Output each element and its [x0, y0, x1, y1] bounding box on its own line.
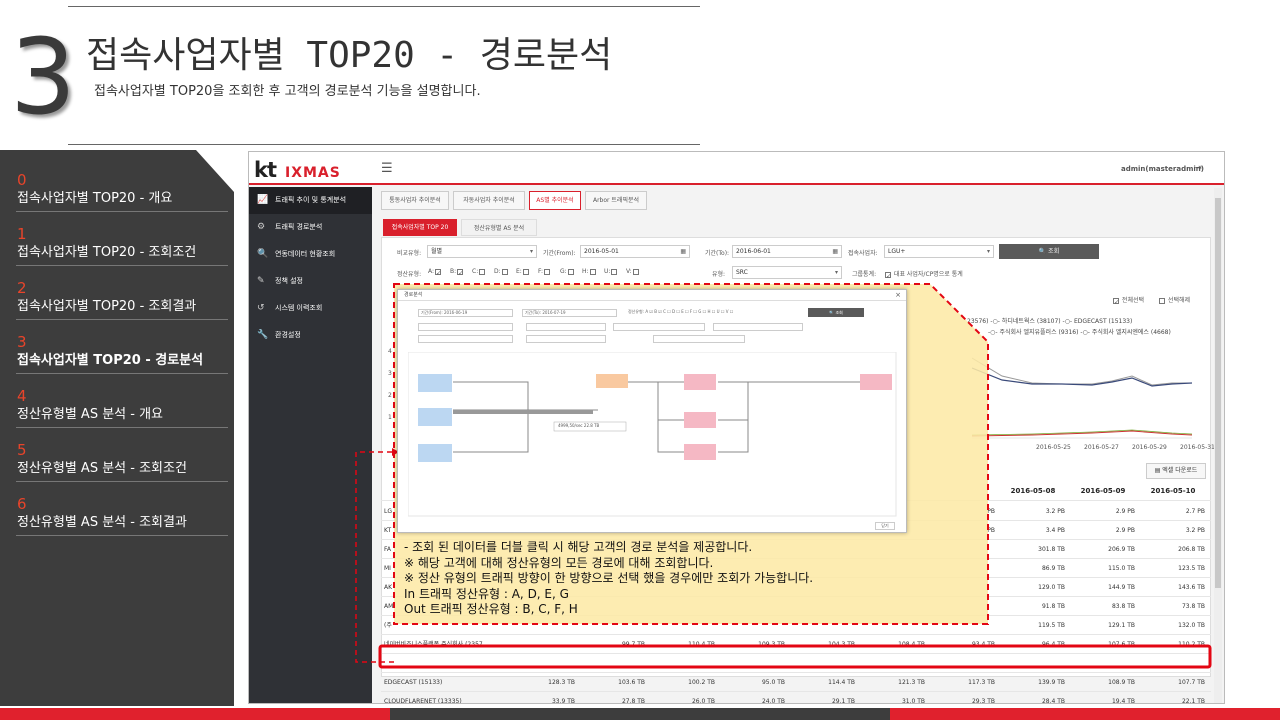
popup-field[interactable] [526, 335, 606, 343]
callout-line: - 조회 된 데이터를 더블 클릭 시 해당 고객의 경로 분석을 제공합니다. [404, 540, 753, 554]
popup-settle-types[interactable]: 정산유형: A ☑ B ☑ C ☐ D ☐ E ☐ F ☐ G ☐ H ☐ U … [626, 309, 776, 317]
popup-field[interactable] [653, 335, 745, 343]
close-icon[interactable]: × [895, 290, 901, 301]
popup-from-input[interactable]: 기간(From): 2016-06-19 [418, 309, 513, 317]
popup-field[interactable] [613, 323, 705, 331]
popup-close-button[interactable]: 닫기 [875, 522, 895, 530]
path-tooltip: 4999,50/sec 22.8 TB [558, 423, 600, 428]
slide: 3 접속사업자별 TOP20 - 경로분석 접속사업자별 TOP20을 조회한 … [0, 0, 1280, 720]
popup-field[interactable] [418, 323, 513, 331]
path-graph [408, 352, 897, 517]
footer-bar-right [890, 708, 1280, 720]
footer-bar-left [0, 708, 390, 720]
popup-field[interactable] [526, 323, 606, 331]
callout-line: ※ 해당 고객에 대해 정산유형의 모든 경로에 대해 조회합니다. [404, 555, 714, 570]
popup-query-button[interactable]: 🔍 조회 [808, 308, 864, 317]
path-analysis-popup: 경로분석 × 기간(From): 2016-06-19 기간(To): 2016… [397, 289, 907, 533]
popup-to-input[interactable]: 기간(To): 2016-07-19 [522, 309, 617, 317]
callout-line: Out 트래픽 정산유형 : B, C, F, H [404, 602, 578, 616]
callout-line: In 트래픽 정산유형 : A, D, E, G [404, 586, 569, 601]
callout-text: - 조회 된 데이터를 더블 클릭 시 해당 고객의 경로 분석을 제공합니다.… [404, 540, 813, 618]
popup-field[interactable] [418, 335, 513, 343]
callout-line: ※ 정산 유형의 트래픽 방향이 한 방향으로 선택 했을 경우에만 조회가 가… [404, 571, 814, 585]
footer-bar-mid [390, 708, 890, 720]
popup-field[interactable] [713, 323, 803, 331]
popup-title: 경로분석 × [398, 290, 906, 301]
